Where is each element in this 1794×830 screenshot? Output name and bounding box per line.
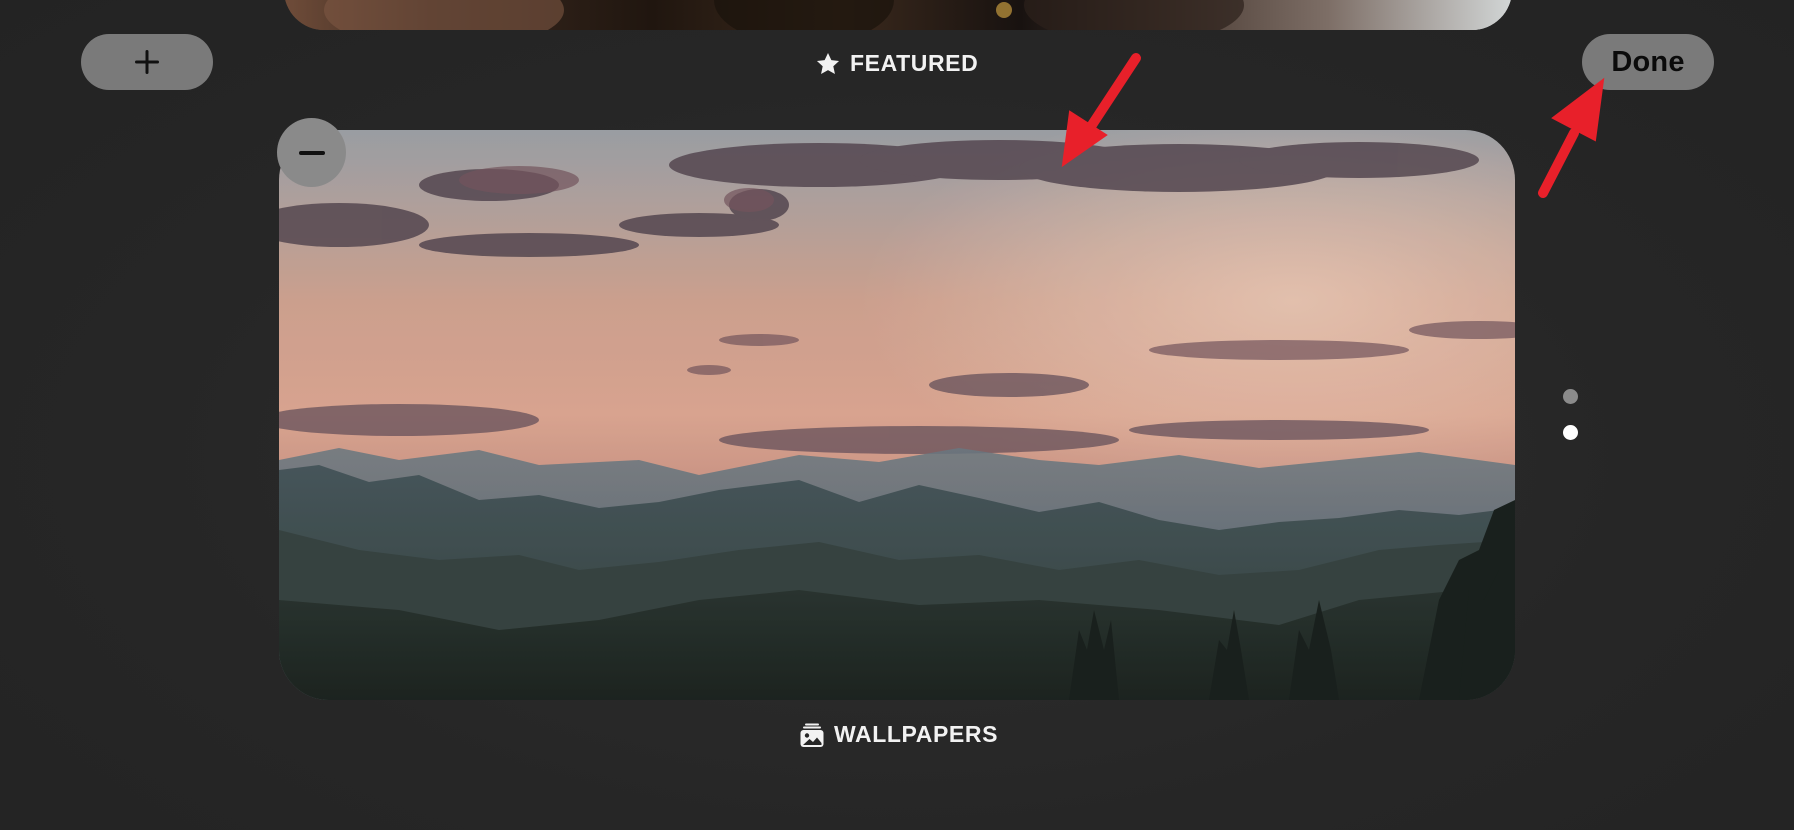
photo-stack-icon xyxy=(800,723,824,747)
featured-section-label: FEATURED xyxy=(815,50,978,77)
wallpapers-section-label: WALLPAPERS xyxy=(799,721,998,748)
annotation-arrow-featured-line xyxy=(1085,53,1141,133)
done-button-label: Done xyxy=(1611,45,1685,78)
annotation-arrow-done-head xyxy=(1551,77,1605,142)
plus-icon xyxy=(135,50,159,74)
standby-editor-screen: FEATURED Done WALLPAPERS xyxy=(0,0,1794,830)
featured-photo-image xyxy=(284,0,1512,30)
wallpaper-widget[interactable] xyxy=(279,130,1515,700)
featured-photo-widget[interactable] xyxy=(284,0,1512,30)
featured-label-text: FEATURED xyxy=(850,50,979,76)
done-button[interactable]: Done xyxy=(1582,34,1714,90)
annotation-arrow-done-line xyxy=(1538,128,1579,198)
page-indicator-dot-2-active[interactable] xyxy=(1563,425,1578,440)
wallpapers-label-text: WALLPAPERS xyxy=(834,721,999,747)
sunset-mountains-image xyxy=(279,130,1515,700)
add-widget-button[interactable] xyxy=(81,34,213,90)
star-icon xyxy=(816,52,840,74)
minus-icon xyxy=(298,150,325,155)
remove-widget-button[interactable] xyxy=(277,118,346,187)
page-indicator-dot-1[interactable] xyxy=(1563,389,1578,404)
